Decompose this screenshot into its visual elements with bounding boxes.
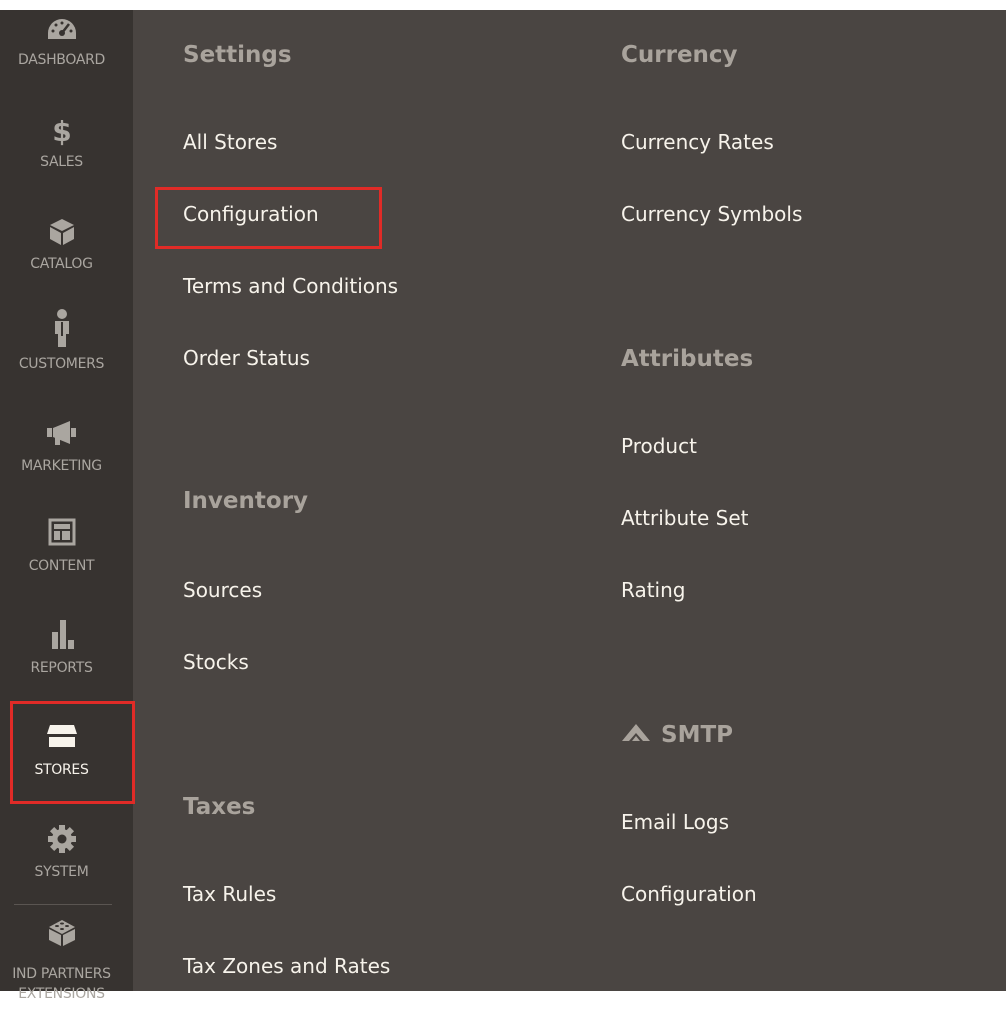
sidebar-item-catalog[interactable]: CATALOG: [0, 212, 123, 306]
menu-link-tax-rules[interactable]: Tax Rules: [183, 882, 276, 906]
menu-link-email-logs[interactable]: Email Logs: [621, 810, 729, 834]
sidebar-item-label: DASHBOARD: [17, 52, 106, 68]
section-title-text: Attributes: [621, 346, 754, 372]
section-title-text: SMTP: [661, 722, 733, 748]
layout-icon: [0, 518, 123, 546]
section-title-text: Inventory: [183, 488, 309, 514]
menu-link-stocks[interactable]: Stocks: [183, 650, 249, 674]
stores-menu-panel: Settings All Stores Configuration Terms …: [133, 10, 1006, 991]
sidebar-item-stores[interactable]: STORES: [0, 718, 123, 812]
section-title-text: Taxes: [183, 794, 256, 820]
gear-icon: [0, 824, 123, 854]
sidebar-item-label: SYSTEM: [34, 864, 89, 880]
sidebar-item-label: REPORTS: [30, 660, 93, 676]
dashboard-icon: [0, 18, 123, 40]
menu-link-terms-and-conditions[interactable]: Terms and Conditions: [183, 274, 398, 298]
box-icon: [0, 218, 123, 246]
svg-text:$: $: [52, 115, 71, 146]
person-icon: [0, 308, 123, 348]
section-title-taxes: Taxes: [183, 794, 255, 820]
sidebar-item-label: CONTENT: [28, 558, 95, 574]
sidebar-item-label: SALES: [40, 154, 83, 170]
admin-sidebar: DASHBOARD $ SALES CATALOG CUSTOMERS MARK…: [0, 10, 133, 1002]
sidebar-item-marketing[interactable]: MARKETING: [0, 414, 123, 508]
smtp-logo-icon: [621, 722, 651, 748]
section-title-text: Settings: [183, 42, 292, 68]
section-title-currency: Currency: [621, 42, 738, 68]
menu-link-tax-zones-and-rates[interactable]: Tax Zones and Rates: [183, 954, 390, 978]
sidebar-item-content[interactable]: CONTENT: [0, 514, 123, 608]
sidebar-divider: [14, 904, 112, 905]
menu-link-all-stores[interactable]: All Stores: [183, 130, 277, 154]
menu-link-smtp-configuration[interactable]: Configuration: [621, 882, 757, 906]
storefront-icon: [0, 724, 123, 748]
admin-frame: DASHBOARD $ SALES CATALOG CUSTOMERS MARK…: [0, 0, 1006, 1002]
menu-link-order-status[interactable]: Order Status: [183, 346, 310, 370]
sidebar-item-label: MARKETING: [21, 458, 102, 474]
blocks-icon: [0, 918, 123, 948]
sidebar-item-label: IND PARTNERS: [12, 966, 111, 982]
section-title-text: Currency: [621, 42, 738, 68]
section-title-smtp: SMTP: [621, 722, 733, 748]
sidebar-item-label-line2: EXTENSIONS: [18, 986, 105, 1002]
menu-link-currency-symbols[interactable]: Currency Symbols: [621, 202, 802, 226]
sidebar-item-label: STORES: [34, 762, 89, 778]
menu-link-sources[interactable]: Sources: [183, 578, 262, 602]
bar-chart-icon: [0, 618, 123, 650]
sidebar-item-reports[interactable]: REPORTS: [0, 616, 123, 710]
menu-link-rating[interactable]: Rating: [621, 578, 685, 602]
menu-link-attribute-set[interactable]: Attribute Set: [621, 506, 749, 530]
section-title-inventory: Inventory: [183, 488, 308, 514]
sidebar-item-dashboard[interactable]: DASHBOARD: [0, 10, 123, 104]
sidebar-item-customers[interactable]: CUSTOMERS: [0, 306, 123, 400]
menu-link-currency-rates[interactable]: Currency Rates: [621, 130, 774, 154]
section-title-attributes: Attributes: [621, 346, 753, 372]
menu-link-product[interactable]: Product: [621, 434, 697, 458]
sidebar-item-label: CATALOG: [30, 256, 93, 272]
dollar-icon: $: [0, 114, 123, 146]
sidebar-item-system[interactable]: SYSTEM: [0, 820, 123, 914]
sidebar-item-label: CUSTOMERS: [18, 356, 105, 372]
menu-link-configuration[interactable]: Configuration: [183, 202, 319, 226]
section-title-settings: Settings: [183, 42, 292, 68]
megaphone-icon: [0, 420, 123, 446]
sidebar-item-partners[interactable]: IND PARTNERS EXTENSIONS: [0, 916, 123, 1010]
sidebar-item-sales[interactable]: $ SALES: [0, 110, 123, 204]
